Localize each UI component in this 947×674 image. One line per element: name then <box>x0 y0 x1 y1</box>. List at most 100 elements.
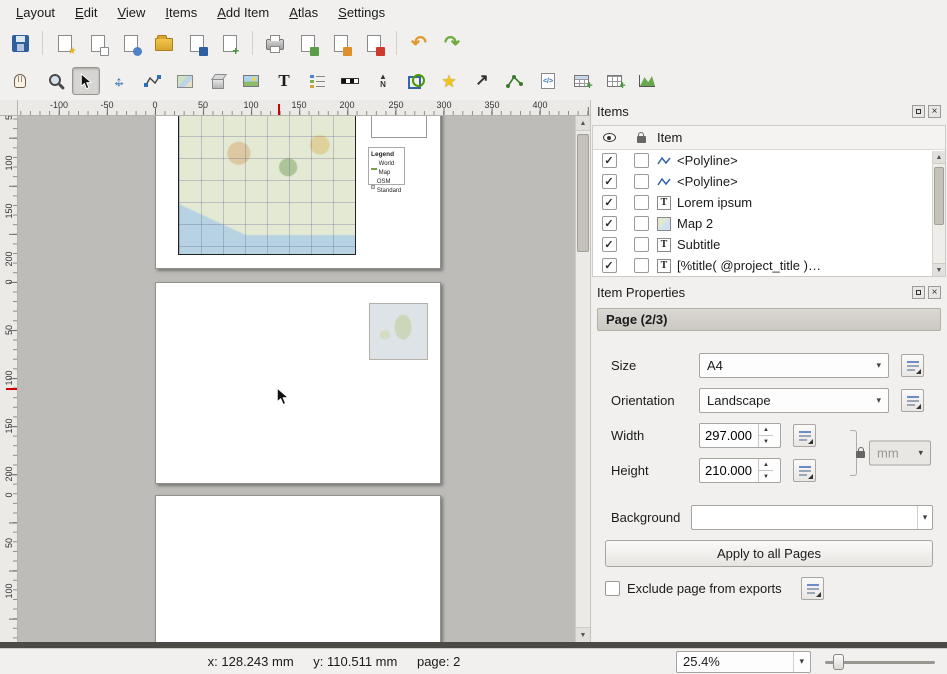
data-defined-override-button[interactable] <box>793 424 816 447</box>
layout-manager-button[interactable] <box>117 29 145 57</box>
data-defined-override-button[interactable] <box>801 577 824 600</box>
spin-down-icon[interactable]: ▼ <box>759 471 773 482</box>
menu-view[interactable]: View <box>107 2 155 23</box>
add-picture-button[interactable] <box>237 67 265 95</box>
save-as-template-button[interactable] <box>183 29 211 57</box>
add-node-item-button[interactable] <box>501 67 529 95</box>
redo-button[interactable]: ↷ <box>438 29 466 57</box>
lock-checkbox[interactable] <box>634 195 649 210</box>
orientation-combobox[interactable]: Landscape ▾ <box>699 388 889 413</box>
visibility-checkbox[interactable] <box>602 174 617 189</box>
ratio-lock-icon[interactable] <box>856 451 865 458</box>
scroll-up-arrow[interactable]: ▲ <box>933 151 945 164</box>
add-north-arrow-button[interactable] <box>369 67 397 95</box>
spin-up-icon[interactable]: ▲ <box>759 424 773 436</box>
item-row[interactable]: <Polyline> <box>593 150 945 171</box>
print-button[interactable] <box>261 29 289 57</box>
edit-nodes-item-button[interactable] <box>138 67 166 95</box>
visibility-checkbox[interactable] <box>602 216 617 231</box>
data-defined-override-button[interactable] <box>901 354 924 377</box>
export-svg-button[interactable] <box>327 29 355 57</box>
slider-thumb[interactable] <box>833 654 844 670</box>
add-attribute-table-button[interactable] <box>567 67 595 95</box>
add-label-button[interactable]: T <box>270 67 298 95</box>
canvas-vertical-scrollbar[interactable]: ▲ ▼ <box>575 116 590 642</box>
data-defined-override-button[interactable] <box>793 459 816 482</box>
data-defined-override-button[interactable] <box>901 389 924 412</box>
add-legend-button[interactable] <box>303 67 331 95</box>
menu-items[interactable]: Items <box>155 2 207 23</box>
spinner-buttons[interactable]: ▲▼ <box>758 459 773 482</box>
add-fixed-table-button[interactable] <box>600 67 628 95</box>
menu-settings[interactable]: Settings <box>328 2 395 23</box>
visibility-checkbox[interactable] <box>602 195 617 210</box>
spin-up-icon[interactable]: ▲ <box>759 459 773 471</box>
visibility-checkbox[interactable] <box>602 258 617 273</box>
select-move-item-button[interactable] <box>72 67 100 95</box>
chevron-down-icon[interactable]: ▾ <box>793 652 804 672</box>
items-panel-close-button[interactable]: × <box>928 105 941 118</box>
zoom-level-combobox[interactable]: 25.4% ▾ <box>676 651 811 673</box>
save-project-button[interactable] <box>6 29 34 57</box>
horizontal-ruler[interactable]: -100 -50 0 50 100 150 200 250 300 350 40… <box>18 100 590 116</box>
scroll-down-arrow[interactable]: ▼ <box>576 627 590 642</box>
add-3d-map-button[interactable] <box>204 67 232 95</box>
add-arrow-button[interactable]: ↗ <box>468 67 496 95</box>
layout-viewport[interactable]: Legend World Map OSM Standard <box>18 116 575 642</box>
item-row[interactable]: <Polyline> <box>593 171 945 192</box>
zoom-tool-button[interactable] <box>39 67 67 95</box>
menu-edit[interactable]: Edit <box>65 2 107 23</box>
lock-checkbox[interactable] <box>634 237 649 252</box>
spinner-buttons[interactable]: ▲▼ <box>758 424 773 447</box>
chevron-down-icon[interactable]: ▾ <box>917 506 932 529</box>
scrollbar-thumb[interactable] <box>577 134 589 252</box>
add-scalebar-button[interactable] <box>336 67 364 95</box>
undo-button[interactable]: ↶ <box>405 29 433 57</box>
menu-layout[interactable]: Layout <box>6 2 65 23</box>
page-3[interactable] <box>155 495 441 642</box>
items-list-scrollbar[interactable]: ▲ ▼ <box>932 151 945 276</box>
add-elevation-profile-button[interactable] <box>633 67 661 95</box>
lock-checkbox[interactable] <box>634 216 649 231</box>
height-spinbox[interactable]: ▲▼ <box>699 458 781 483</box>
width-input[interactable] <box>700 424 758 447</box>
page-2[interactable] <box>155 282 441 484</box>
page-1[interactable]: Legend World Map OSM Standard <box>155 116 441 269</box>
item-properties-close-button[interactable]: × <box>928 286 941 299</box>
scrollbar-thumb[interactable] <box>934 167 944 225</box>
lock-checkbox[interactable] <box>634 174 649 189</box>
visibility-checkbox[interactable] <box>602 153 617 168</box>
pan-tool-button[interactable] <box>6 67 34 95</box>
visibility-checkbox[interactable] <box>602 237 617 252</box>
add-html-button[interactable] <box>534 67 562 95</box>
lock-checkbox[interactable] <box>634 258 649 273</box>
size-combobox[interactable]: A4 ▾ <box>699 353 889 378</box>
map-2-item[interactable] <box>369 303 428 360</box>
add-items-from-template-button[interactable] <box>216 29 244 57</box>
item-row[interactable]: [%title( @project_title )… <box>593 255 945 276</box>
map-item[interactable] <box>178 116 356 255</box>
height-input[interactable] <box>700 459 758 482</box>
width-spinbox[interactable]: ▲▼ <box>699 423 781 448</box>
item-row[interactable]: Lorem ipsum <box>593 192 945 213</box>
spin-down-icon[interactable]: ▼ <box>759 436 773 447</box>
add-marker-button[interactable]: ★ <box>435 67 463 95</box>
load-from-template-button[interactable] <box>150 29 178 57</box>
new-layout-button[interactable] <box>51 29 79 57</box>
menu-atlas[interactable]: Atlas <box>279 2 328 23</box>
item-row[interactable]: Map 2 <box>593 213 945 234</box>
apply-to-all-pages-button[interactable]: Apply to all Pages <box>605 540 933 567</box>
legend-item[interactable]: Legend World Map OSM Standard <box>368 147 405 185</box>
add-map-button[interactable] <box>171 67 199 95</box>
add-shape-button[interactable] <box>402 67 430 95</box>
lock-checkbox[interactable] <box>634 153 649 168</box>
scroll-up-arrow[interactable]: ▲ <box>576 116 590 131</box>
menu-add-item[interactable]: Add Item <box>207 2 279 23</box>
exclude-page-checkbox[interactable] <box>605 581 620 596</box>
title-text-item[interactable] <box>371 116 427 138</box>
item-row[interactable]: Subtitle <box>593 234 945 255</box>
move-item-content-button[interactable] <box>105 67 133 95</box>
zoom-slider[interactable] <box>825 653 935 671</box>
items-panel-float-button[interactable] <box>912 105 925 118</box>
export-image-button[interactable] <box>294 29 322 57</box>
